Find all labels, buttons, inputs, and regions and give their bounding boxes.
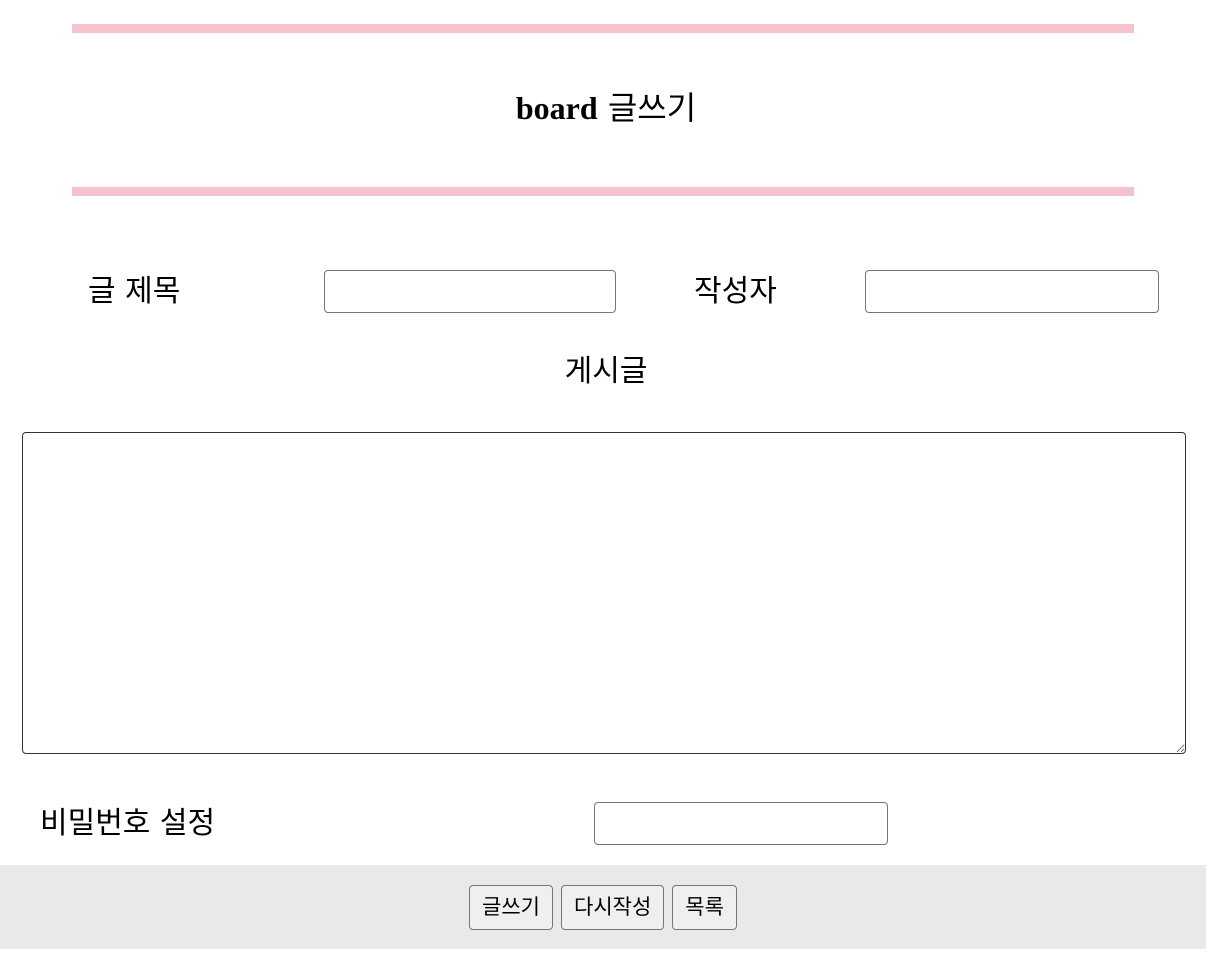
content-textarea[interactable] [22, 432, 1186, 754]
password-input[interactable] [594, 802, 888, 845]
write-button[interactable]: 글쓰기 [469, 884, 554, 930]
writer-input[interactable] [865, 270, 1159, 313]
top-divider [72, 24, 1134, 33]
page-title-board: board [515, 90, 598, 126]
post-title-label: 글 제목 [88, 274, 181, 309]
password-label: 비밀번호 설정 [40, 806, 216, 841]
post-title-input[interactable] [324, 270, 616, 313]
board-write-page: board 글쓰기 글 제목 작성자 게시글 비밀번호 설정 글쓰기 다시작성 … [0, 0, 1212, 972]
list-button[interactable]: 목록 [672, 884, 737, 930]
page-title-write: 글쓰기 [607, 89, 697, 127]
reset-button[interactable]: 다시작성 [561, 884, 665, 930]
writer-label: 작성자 [694, 274, 777, 309]
bottom-divider [72, 187, 1134, 196]
content-label: 게시글 [564, 354, 648, 389]
button-bar: 글쓰기 다시작성 목록 [0, 865, 1206, 949]
page-title: board 글쓰기 [0, 84, 1212, 132]
